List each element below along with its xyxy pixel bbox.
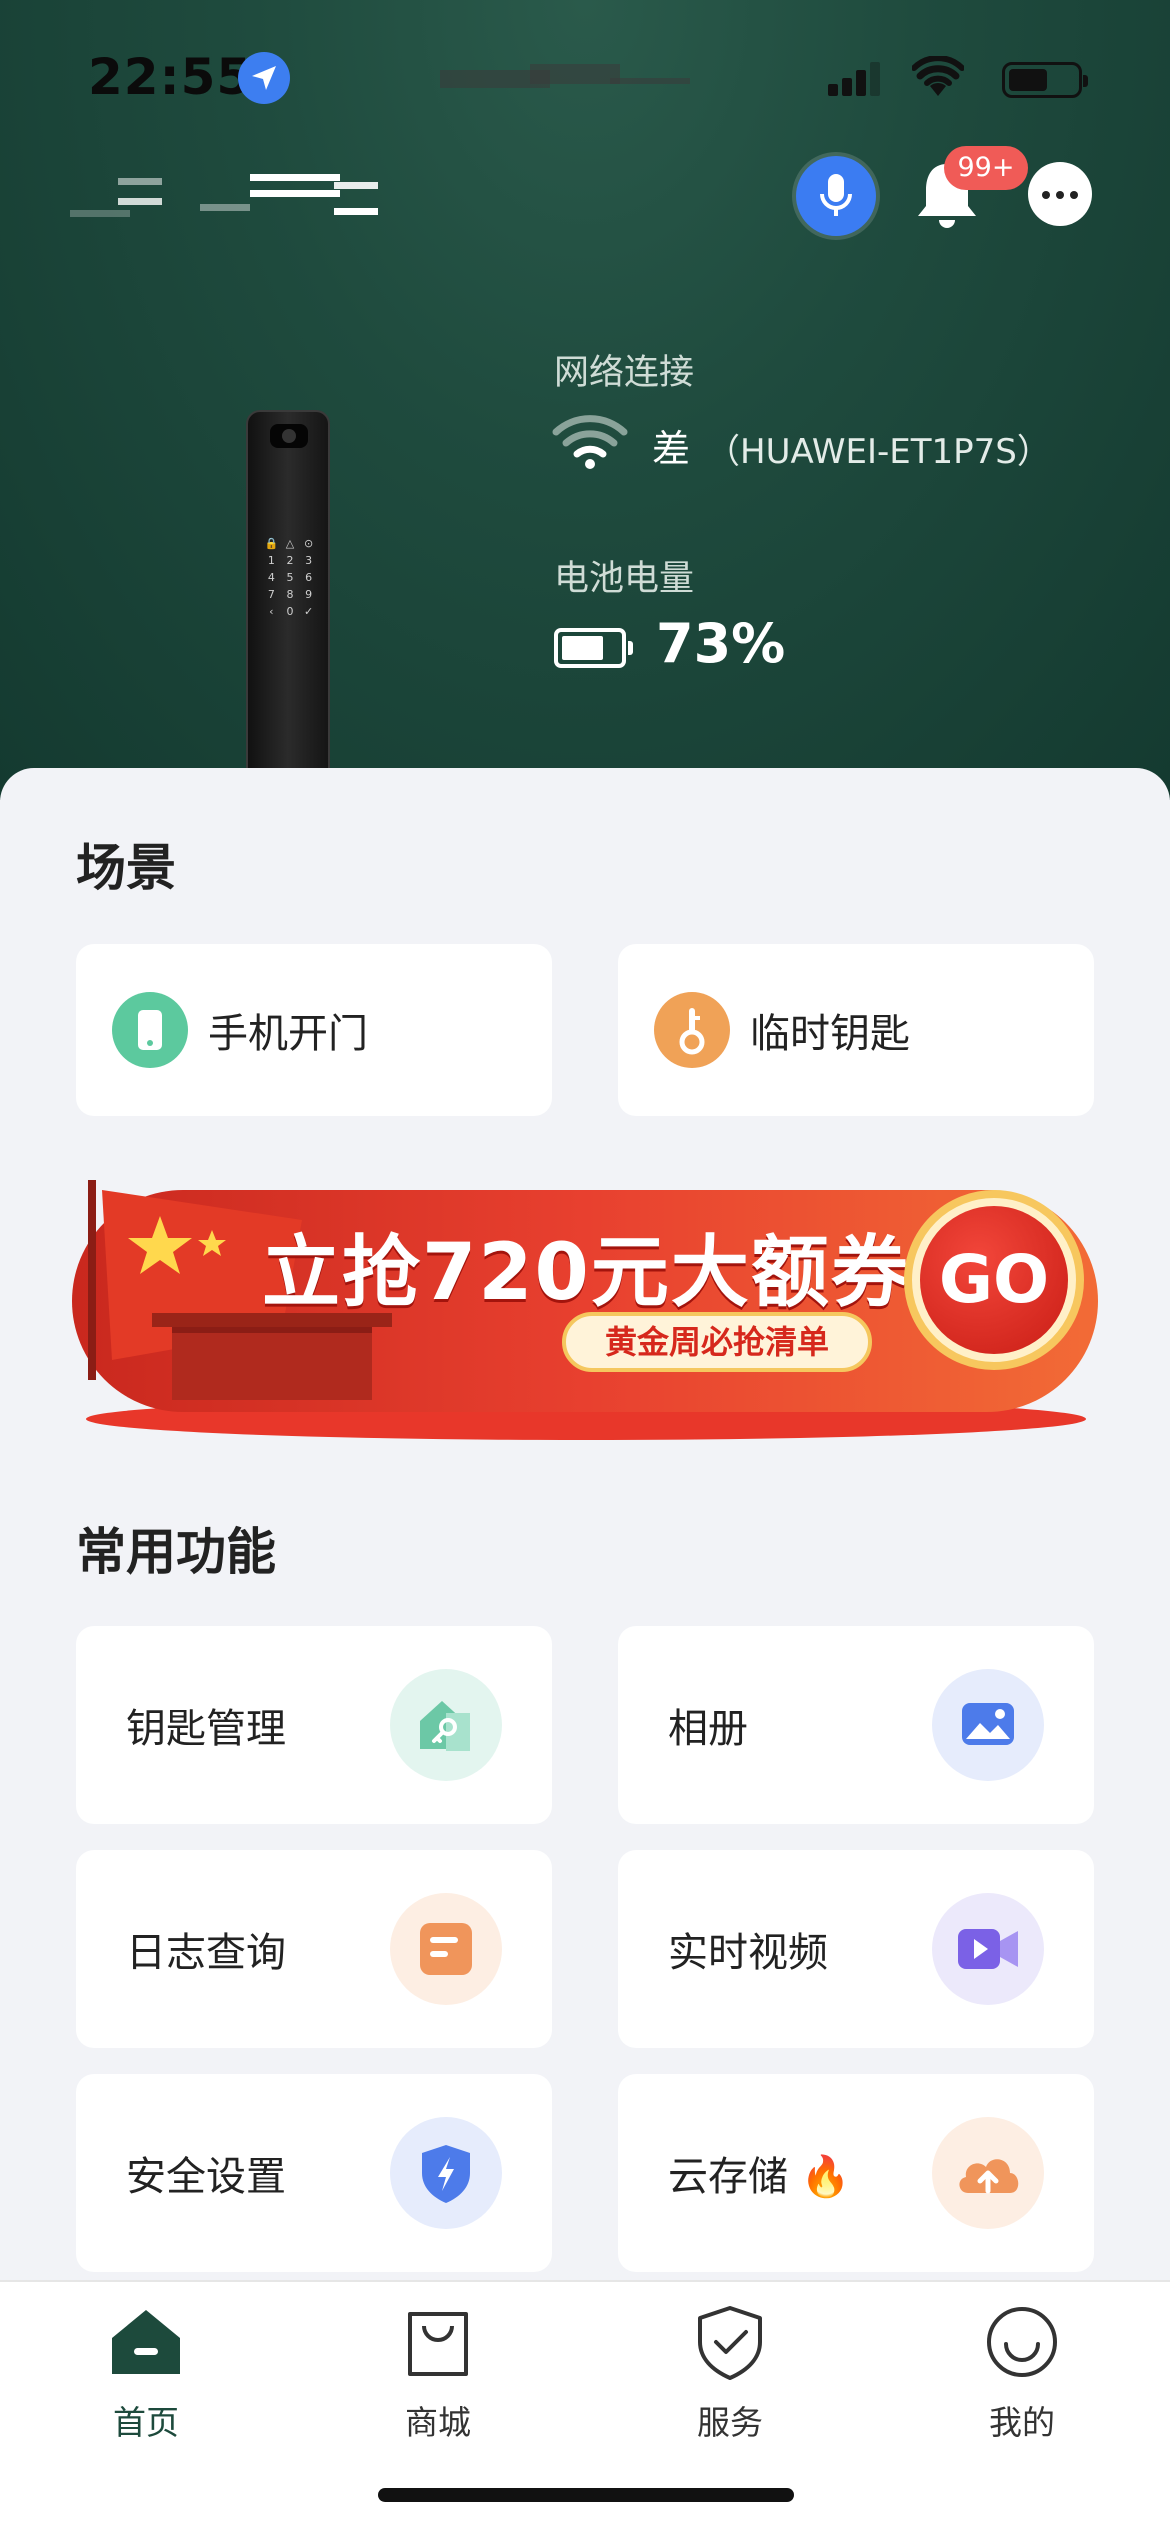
func-label: 安全设置 [126, 2154, 286, 2200]
func-security-settings[interactable]: 安全设置 [76, 2074, 552, 2272]
notification-badge: 99+ [944, 146, 1028, 190]
func-label: 实时视频 [668, 1930, 828, 1976]
tab-mall[interactable]: 商城 [358, 2302, 518, 2452]
functions-title: 常用功能 [76, 1523, 276, 1581]
scene-phone-unlock[interactable]: 手机开门 [76, 944, 552, 1116]
tab-home[interactable]: 首页 [66, 2302, 226, 2452]
func-label: 钥匙管理 [126, 1706, 286, 1752]
tiananmen-decoration [152, 1313, 392, 1400]
func-label: 相册 [668, 1706, 748, 1752]
cloud-upload-icon [932, 2117, 1044, 2229]
more-options-button[interactable] [1028, 162, 1092, 226]
tab-label: 首页 [113, 2403, 179, 2442]
tab-label: 我的 [989, 2403, 1055, 2442]
func-log-query[interactable]: 日志查询 [76, 1850, 552, 2048]
func-album[interactable]: 相册 [618, 1626, 1094, 1824]
wifi-status-icon [911, 55, 965, 102]
tab-label: 服务 [697, 2403, 763, 2442]
video-icon [932, 1893, 1044, 2005]
scene-label: 手机开门 [208, 1011, 368, 1057]
network-label: 网络连接 [554, 353, 695, 393]
location-arrow-icon [238, 52, 290, 104]
scene-label: 临时钥匙 [750, 1011, 910, 1057]
wifi-weak-icon [552, 414, 628, 474]
status-bar: 22:55 [88, 48, 1088, 108]
func-live-video[interactable]: 实时视频 [618, 1850, 1094, 2048]
service-shield-icon [698, 2306, 762, 2380]
battery-icon [554, 628, 633, 668]
status-battery-icon [1002, 62, 1088, 98]
shield-icon [390, 2117, 502, 2229]
banner-subtitle: 黄金周必抢清单 [562, 1312, 872, 1372]
tab-profile[interactable]: 我的 [942, 2302, 1102, 2452]
battery-label: 电池电量 [554, 559, 695, 599]
status-time: 22:55 [88, 48, 253, 106]
cellular-signal-icon [828, 62, 882, 96]
banner-go-button[interactable]: GO [904, 1190, 1084, 1370]
scene-temp-key[interactable]: 临时钥匙 [618, 944, 1094, 1116]
func-label: 云存储 🔥 [668, 2144, 851, 2202]
promo-banner[interactable]: 立抢720元大额券 黄金周必抢清单 GO [72, 1180, 1098, 1440]
home-indicator [378, 2488, 794, 2502]
network-ssid: （HUAWEI-ET1P7S） [706, 432, 1051, 472]
fire-icon: 🔥 [800, 2154, 851, 2200]
go-label: GO [920, 1206, 1068, 1354]
scenes-title: 场景 [76, 839, 176, 897]
log-icon [390, 1893, 502, 2005]
func-key-management[interactable]: 钥匙管理 [76, 1626, 552, 1824]
smart-lock-image: 🔒 △ ⊙ 123 456 789 ‹ 0 ✓ [246, 410, 330, 800]
home-icon [112, 2310, 180, 2374]
carrier-name-blurred [440, 60, 690, 94]
voice-assistant-button[interactable] [796, 156, 876, 236]
func-cloud-storage[interactable]: 云存储 🔥 [618, 2074, 1094, 2272]
key-house-icon [390, 1669, 502, 1781]
album-icon [932, 1669, 1044, 1781]
func-label-text: 云存储 [668, 2154, 788, 2200]
tab-service[interactable]: 服务 [650, 2302, 810, 2452]
shopping-bag-icon [408, 2312, 468, 2376]
key-icon [654, 992, 730, 1068]
battery-value: 73% [656, 612, 786, 675]
app-logo-blurred [70, 168, 390, 224]
smile-icon [987, 2307, 1057, 2377]
device-header: 22:55 99+ 🔒 △ ⊙ 1 2 3 4 5 6 7 8 9 ‹ 0 ✓ … [0, 0, 1170, 800]
phone-icon [112, 992, 188, 1068]
network-status: 差 [652, 427, 691, 471]
tab-label: 商城 [405, 2403, 471, 2442]
func-label: 日志查询 [126, 1930, 286, 1976]
banner-title: 立抢720元大额券 [262, 1228, 911, 1318]
